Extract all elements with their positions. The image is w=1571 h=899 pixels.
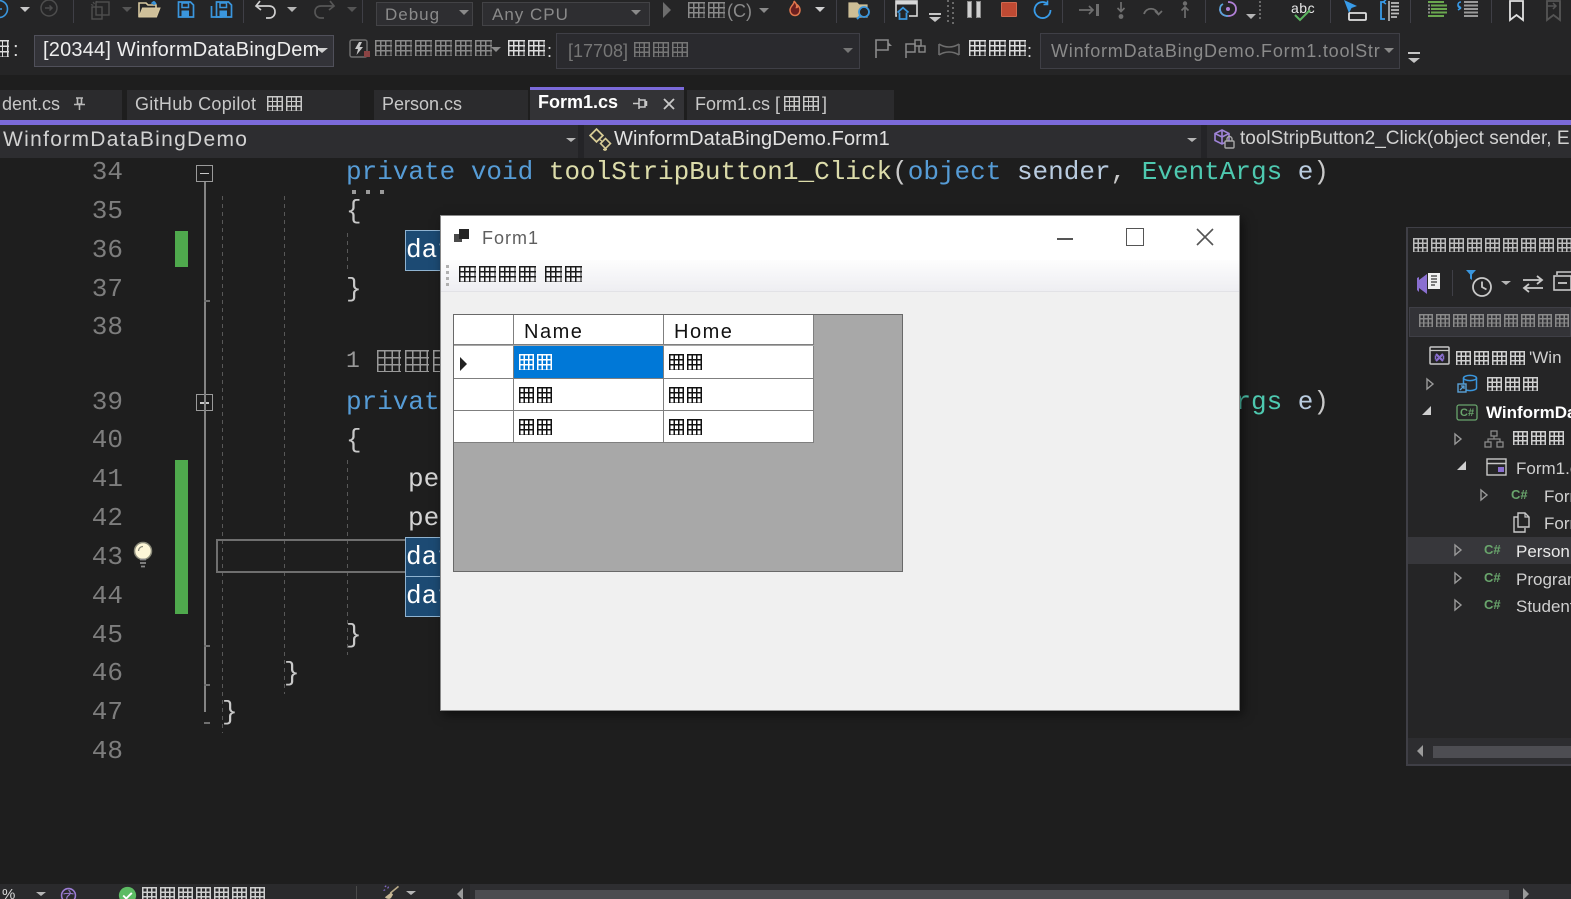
svg-text:C#: C# (1460, 407, 1474, 419)
